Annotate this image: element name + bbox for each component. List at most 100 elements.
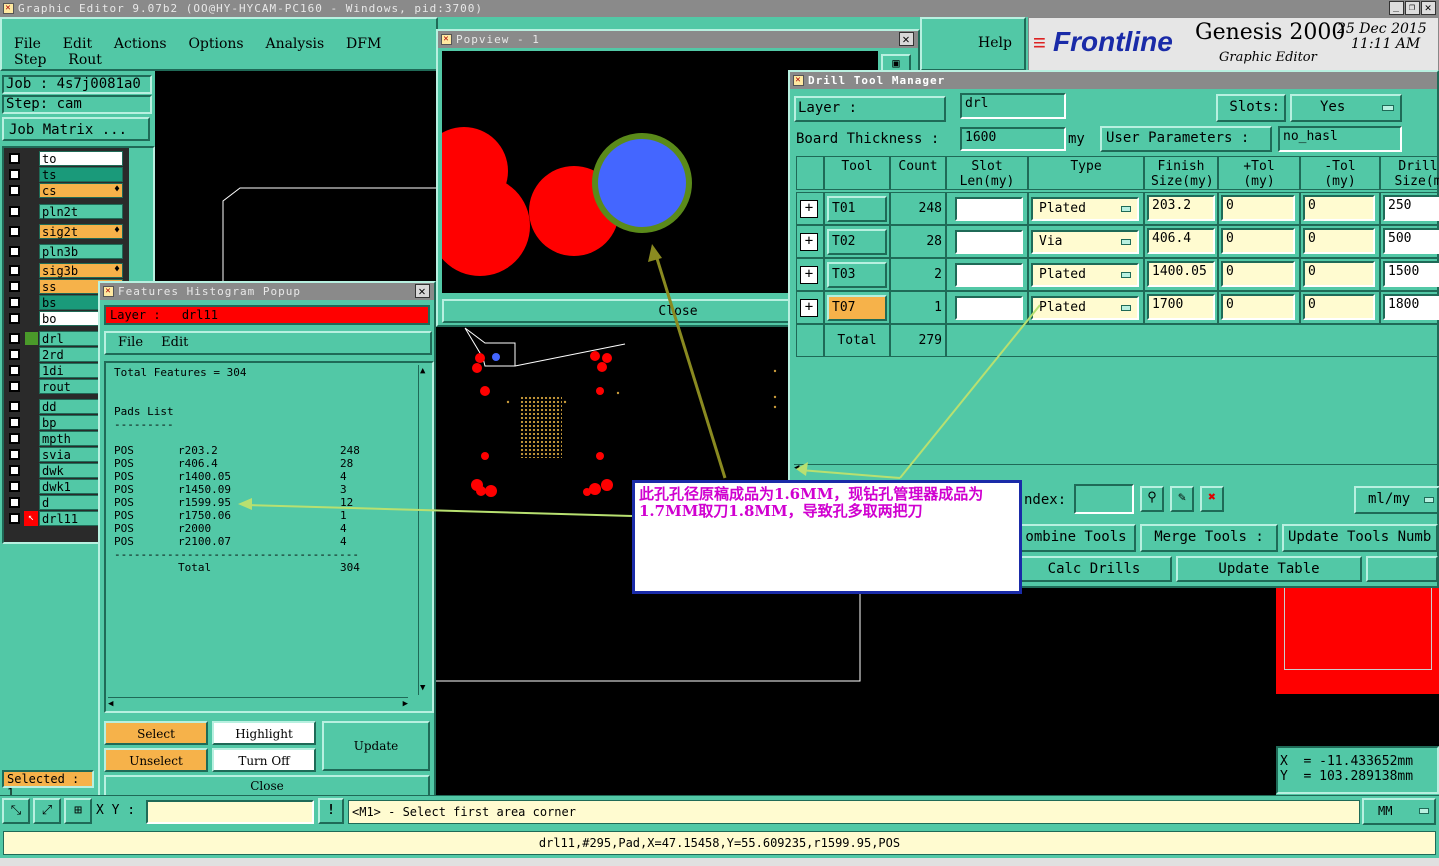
type-dropdown[interactable]: Via (1031, 230, 1139, 254)
expand-icon[interactable]: + (800, 200, 818, 218)
minus-tol-input[interactable]: 0 (1303, 195, 1375, 221)
slot-len-input[interactable] (955, 296, 1023, 320)
histogram-text-area[interactable]: Total Features = 304 Pads List ---------… (104, 361, 434, 713)
xy-input[interactable] (146, 800, 314, 824)
layer-row[interactable]: sig3b ♦ (6, 263, 124, 278)
menu-step[interactable]: Step (14, 52, 46, 68)
layer-row[interactable]: ts (6, 167, 124, 182)
drill-size-input[interactable]: 500 (1383, 228, 1439, 254)
expand-icon[interactable]: + (800, 299, 818, 317)
layer-checkbox[interactable] (9, 449, 20, 460)
histogram-close-icon[interactable]: ✕ (415, 284, 430, 298)
drill-size-input[interactable]: 250 (1383, 195, 1439, 221)
layer-row[interactable]: to (6, 151, 124, 166)
layer-checkbox[interactable] (9, 281, 20, 292)
plus-tol-input[interactable]: 0 (1221, 228, 1295, 254)
pad-row[interactable]: POS r1599.95 12 (114, 496, 432, 509)
update-tools-numbers-button[interactable]: Update Tools Numb (1282, 524, 1438, 552)
plus-tol-input[interactable]: 0 (1221, 294, 1295, 320)
popview-close-icon[interactable]: ✕ (899, 32, 914, 46)
layer-checkbox[interactable] (9, 365, 20, 376)
plus-tol-input[interactable]: 0 (1221, 261, 1295, 287)
delete-icon[interactable]: ✖ (1200, 486, 1224, 512)
board-thickness-input[interactable]: 1600 (960, 127, 1066, 151)
restore-icon[interactable]: ❐ (1405, 1, 1420, 15)
user-parameters-button[interactable]: User Parameters : (1100, 126, 1272, 152)
pad-row[interactable]: POS r1400.05 4 (114, 470, 432, 483)
layer-checkbox[interactable] (9, 297, 20, 308)
layer-row[interactable]: pln3b (6, 244, 124, 259)
tool-id[interactable]: T02 (827, 229, 887, 255)
update-table-button[interactable]: Update Table (1176, 556, 1362, 582)
finish-size-input[interactable]: 406.4 (1147, 228, 1215, 254)
menu-help[interactable]: Help (978, 35, 1012, 51)
turn-off-button[interactable]: Turn Off (212, 748, 316, 772)
menu-edit[interactable]: Edit (63, 36, 92, 52)
layer-checkbox[interactable] (9, 169, 20, 180)
alert-icon[interactable]: ! (318, 798, 344, 824)
layer-checkbox[interactable] (9, 333, 20, 344)
minus-tol-input[interactable]: 0 (1303, 228, 1375, 254)
pad-row[interactable]: POS r203.2 248 (114, 444, 432, 457)
table-hscroll[interactable]: ◀ (794, 463, 1439, 474)
layer-checkbox[interactable] (9, 497, 20, 508)
pad-row[interactable]: POS r1750.06 1 (114, 509, 432, 522)
layer-checkbox[interactable] (9, 313, 20, 324)
menu-rout[interactable]: Rout (68, 52, 102, 68)
menu-file[interactable]: File (14, 36, 41, 52)
units-dropdown[interactable]: ml/my (1354, 486, 1439, 514)
layer-checkbox[interactable] (9, 401, 20, 412)
edit-icon[interactable]: ✎ (1170, 486, 1194, 512)
grid-icon[interactable]: ⊞ (64, 798, 92, 824)
histogram-hscroll[interactable]: ◀ ▶ (108, 697, 408, 709)
layer-checkbox[interactable] (9, 185, 20, 196)
slots-dropdown[interactable]: Yes (1290, 94, 1402, 122)
finish-size-input[interactable]: 1700 (1147, 294, 1215, 320)
layer-checkbox[interactable] (9, 246, 20, 257)
calc-drills-button[interactable]: Calc Drills (1016, 556, 1172, 582)
slot-len-input[interactable] (955, 197, 1023, 221)
expand-icon[interactable]: + (800, 233, 818, 251)
units-selector[interactable]: MM (1362, 798, 1436, 825)
layer-checkbox[interactable] (9, 513, 20, 524)
layer-checkbox[interactable] (9, 226, 20, 237)
histogram-vscroll[interactable]: ▲ ▼ (418, 365, 430, 695)
tool-id[interactable]: T01 (827, 196, 887, 222)
type-dropdown[interactable]: Plated (1031, 197, 1139, 221)
type-dropdown[interactable]: Plated (1031, 296, 1139, 320)
layer-row[interactable]: cs ♦ (6, 183, 124, 198)
zoom-fit-icon[interactable]: ⤡ (2, 798, 30, 824)
slot-len-input[interactable] (955, 230, 1023, 254)
finish-size-input[interactable]: 203.2 (1147, 195, 1215, 221)
minus-tol-input[interactable]: 0 (1303, 261, 1375, 287)
combine-tools-button[interactable]: ombine Tools (1016, 524, 1136, 552)
menu-options[interactable]: Options (188, 36, 243, 52)
menu-analysis[interactable]: Analysis (265, 36, 324, 52)
extra-button[interactable] (1366, 556, 1438, 582)
layer-checkbox[interactable] (9, 481, 20, 492)
plus-tol-input[interactable]: 0 (1221, 195, 1295, 221)
merge-tools-button[interactable]: Merge Tools : (1140, 524, 1278, 552)
finish-size-input[interactable]: 1400.05 (1147, 261, 1215, 287)
pad-row[interactable]: POS r2100.07 4 (114, 535, 432, 548)
tool-id[interactable]: T07 (827, 295, 887, 321)
layer-checkbox[interactable] (9, 417, 20, 428)
update-button[interactable]: Update (322, 721, 430, 771)
index-input[interactable] (1074, 484, 1134, 514)
search-icon[interactable]: ⚲ (1140, 486, 1164, 512)
close-icon[interactable]: ✕ (1421, 1, 1436, 15)
slot-len-input[interactable] (955, 263, 1023, 287)
layer-checkbox[interactable] (9, 465, 20, 476)
pad-row[interactable]: POS r406.4 28 (114, 457, 432, 470)
select-button[interactable]: Select (104, 721, 208, 745)
minus-tol-input[interactable]: 0 (1303, 294, 1375, 320)
expand-icon[interactable]: + (800, 266, 818, 284)
layer-checkbox[interactable] (9, 265, 20, 276)
layer-checkbox[interactable] (9, 381, 20, 392)
layer-row[interactable]: sig2t ♦ (6, 224, 124, 239)
histogram-close-button[interactable]: Close (104, 775, 430, 797)
user-parameters-input[interactable]: no_hasl (1278, 126, 1402, 152)
drill-layer-input[interactable]: drl (960, 93, 1066, 119)
layer-checkbox[interactable] (9, 433, 20, 444)
tool-id[interactable]: T03 (827, 262, 887, 288)
